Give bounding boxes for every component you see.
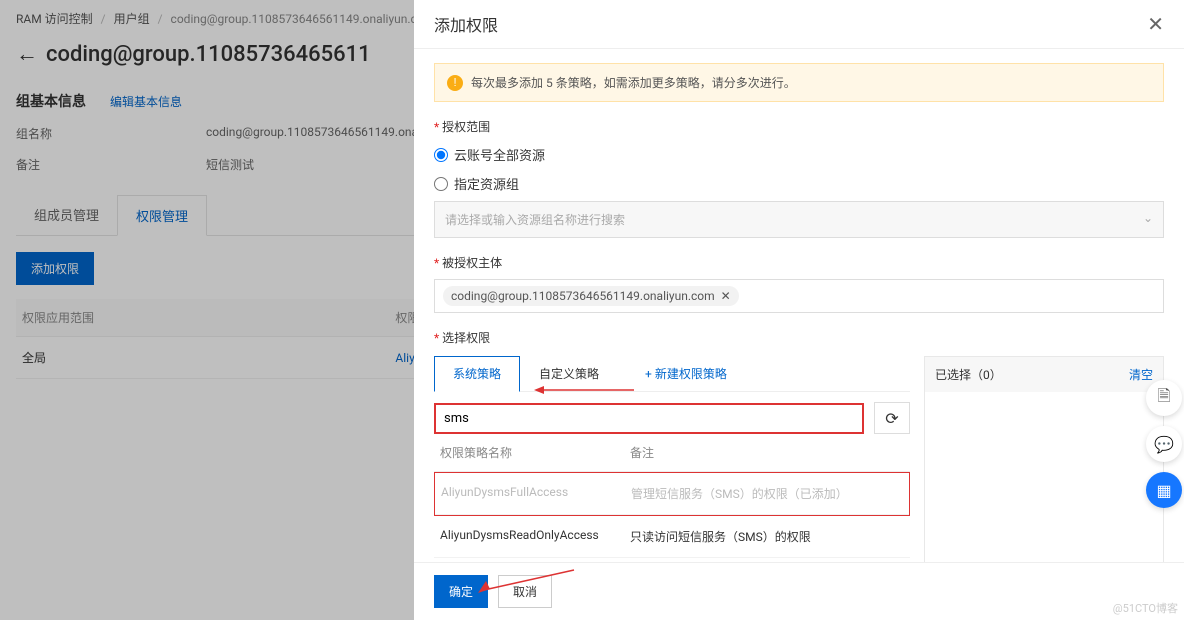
principal-tag: coding@group.1108573646561149.onaliyun.c… xyxy=(443,286,739,306)
policy-row-disabled: AliyunDysmsFullAccess管理短信服务（SMS）的权限（已添加） xyxy=(435,473,909,515)
radio-scope-all[interactable]: 云账号全部资源 xyxy=(434,145,1164,164)
new-policy-link[interactable]: + 新建权限策略 xyxy=(626,356,746,391)
principal-input[interactable]: coding@group.1108573646561149.onaliyun.c… xyxy=(434,279,1164,313)
refresh-button[interactable]: ⟳ xyxy=(874,402,910,434)
help-icon[interactable]: 🗎 xyxy=(1146,380,1182,416)
alert-banner: ! 每次最多添加 5 条策略，如需添加更多策略，请分多次进行。 xyxy=(434,63,1164,102)
col-policy-name: 权限策略名称 xyxy=(440,444,630,461)
selected-panel: 已选择（0） 清空 xyxy=(924,356,1164,562)
radio-scope-group[interactable]: 指定资源组 xyxy=(434,174,1164,193)
policy-search-input[interactable] xyxy=(434,403,864,434)
cancel-button[interactable]: 取消 xyxy=(498,575,552,608)
selected-count: 已选择（0） xyxy=(935,366,1002,383)
chevron-down-icon: ⌄ xyxy=(1143,211,1153,228)
label-select-perm: 选择权限 xyxy=(434,329,1164,346)
close-icon[interactable]: ✕ xyxy=(1147,12,1164,36)
watermark: @51CTO博客 xyxy=(1113,600,1178,616)
warning-icon: ! xyxy=(447,75,463,91)
confirm-button[interactable]: 确定 xyxy=(434,575,488,608)
policy-tab-system[interactable]: 系统策略 xyxy=(434,356,520,392)
policy-row[interactable]: AliyunDysmsReadOnlyAccess只读访问短信服务（SMS）的权… xyxy=(434,516,910,558)
resource-group-select[interactable]: 请选择或输入资源组名称进行搜索 ⌄ xyxy=(434,201,1164,238)
add-permission-panel: 添加权限 ✕ ! 每次最多添加 5 条策略，如需添加更多策略，请分多次进行。 授… xyxy=(414,0,1184,620)
col-policy-note: 备注 xyxy=(630,444,654,461)
policy-tab-custom[interactable]: 自定义策略 xyxy=(520,356,618,391)
select-placeholder: 请选择或输入资源组名称进行搜索 xyxy=(445,211,625,228)
tag-remove-icon[interactable]: ✕ xyxy=(721,289,731,303)
label-principal: 被授权主体 xyxy=(434,254,1164,271)
panel-title: 添加权限 xyxy=(434,12,498,36)
label-scope: 授权范围 xyxy=(434,118,1164,135)
refresh-icon: ⟳ xyxy=(885,409,898,428)
alert-text: 每次最多添加 5 条策略，如需添加更多策略，请分多次进行。 xyxy=(471,74,796,91)
apps-icon[interactable]: ▦ xyxy=(1146,472,1182,508)
chat-icon[interactable]: 💬 xyxy=(1146,426,1182,462)
